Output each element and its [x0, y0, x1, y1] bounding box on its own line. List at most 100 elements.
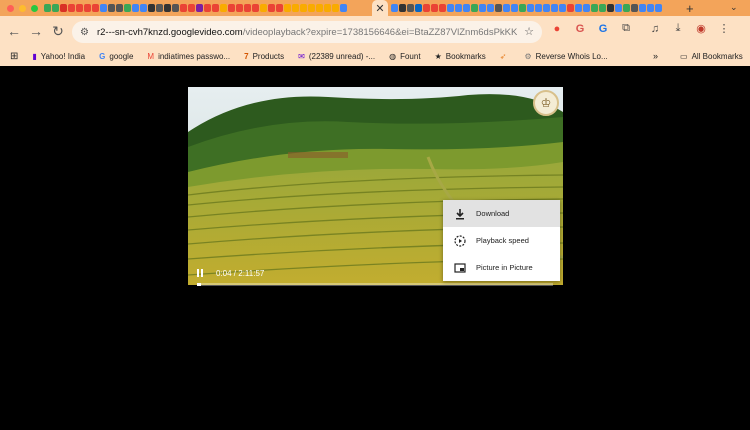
- bookmark-indiatimes[interactable]: Mindiatimes passwo...: [147, 52, 230, 61]
- tab[interactable]: [439, 4, 446, 12]
- tab[interactable]: [535, 4, 542, 12]
- tab[interactable]: [244, 4, 251, 12]
- tab[interactable]: [551, 4, 558, 12]
- tab[interactable]: [148, 4, 155, 12]
- menu-item-download[interactable]: Download: [443, 200, 560, 227]
- tab[interactable]: [639, 4, 646, 12]
- tab[interactable]: [260, 4, 267, 12]
- close-tab-icon[interactable]: ✕: [375, 2, 384, 15]
- tab[interactable]: [108, 4, 115, 12]
- reload-button[interactable]: ↻: [47, 23, 69, 40]
- tab-search-chevron-icon[interactable]: ⌄: [730, 2, 738, 13]
- tab[interactable]: [84, 4, 91, 12]
- url-text[interactable]: r2---sn-cvh7knzd.googlevideo.com/videopl…: [97, 27, 517, 38]
- tab[interactable]: [431, 4, 438, 12]
- close-window-button[interactable]: [7, 4, 14, 12]
- tab[interactable]: [172, 4, 179, 12]
- tab[interactable]: [316, 4, 323, 12]
- tab[interactable]: [116, 4, 123, 12]
- tab[interactable]: [447, 4, 454, 12]
- tab[interactable]: [471, 4, 478, 12]
- tab[interactable]: [76, 4, 83, 12]
- tab[interactable]: [647, 4, 654, 12]
- bookmark-yahoo[interactable]: ▮ Yahoo! India: [32, 52, 85, 61]
- grammarly-extension-icon[interactable]: G: [573, 23, 587, 35]
- tab[interactable]: [212, 4, 219, 12]
- bookmark-unread[interactable]: ✉ (22389 unread) -...: [298, 52, 375, 61]
- bookmark-rocket[interactable]: ➶: [500, 52, 511, 61]
- tab[interactable]: [308, 4, 315, 12]
- tab[interactable]: [268, 4, 275, 12]
- profile-avatar-icon[interactable]: ◉: [694, 22, 708, 35]
- tab[interactable]: [276, 4, 283, 12]
- tab[interactable]: [455, 4, 462, 12]
- google-extension-icon[interactable]: G: [596, 23, 610, 35]
- bookmark-star-icon[interactable]: ☆: [524, 25, 534, 38]
- tab[interactable]: [68, 4, 75, 12]
- bookmark-reverse-whois[interactable]: ⚙ Reverse Whois Lo...: [524, 52, 607, 61]
- tab[interactable]: [623, 4, 630, 12]
- tab[interactable]: [92, 4, 99, 12]
- tab[interactable]: [196, 4, 203, 12]
- bookmark-bookmarks[interactable]: ★ Bookmarks: [435, 52, 486, 61]
- forward-button[interactable]: →: [25, 23, 47, 39]
- tab[interactable]: [228, 4, 235, 12]
- tab[interactable]: [655, 4, 662, 12]
- tab[interactable]: [140, 4, 147, 12]
- tab[interactable]: [607, 4, 614, 12]
- minimize-window-button[interactable]: [19, 4, 26, 12]
- all-bookmarks-button[interactable]: ▭ All Bookmarks: [680, 52, 743, 61]
- tab[interactable]: [220, 4, 227, 12]
- bookmark-google[interactable]: Ggoogle: [99, 52, 133, 61]
- tab[interactable]: [252, 4, 259, 12]
- tab[interactable]: [463, 4, 470, 12]
- tab[interactable]: [583, 4, 590, 12]
- tab[interactable]: [575, 4, 582, 12]
- address-bar[interactable]: ⚙ r2---sn-cvh7knzd.googlevideo.com/video…: [72, 21, 542, 43]
- tab[interactable]: [567, 4, 574, 12]
- new-tab-button[interactable]: +: [686, 1, 694, 16]
- tab[interactable]: [124, 4, 131, 12]
- tab[interactable]: [543, 4, 550, 12]
- tab[interactable]: [487, 4, 494, 12]
- tab[interactable]: [599, 4, 606, 12]
- tab[interactable]: [407, 4, 414, 12]
- tab[interactable]: [300, 4, 307, 12]
- tab[interactable]: [100, 4, 107, 12]
- tab[interactable]: [559, 4, 566, 12]
- tab[interactable]: [324, 4, 331, 12]
- more-menu-icon[interactable]: ⋮: [717, 22, 731, 35]
- tab[interactable]: [415, 4, 422, 12]
- bookmarks-overflow-button[interactable]: »: [653, 51, 658, 61]
- tab[interactable]: [423, 4, 430, 12]
- apps-grid-icon[interactable]: ⊞: [10, 51, 18, 62]
- tab[interactable]: [284, 4, 291, 12]
- extensions-puzzle-icon[interactable]: ⧉: [619, 22, 633, 35]
- pause-button[interactable]: [197, 269, 207, 277]
- download-icon[interactable]: ⤓: [671, 22, 685, 35]
- menu-item-picture-in-picture[interactable]: Picture in Picture: [443, 254, 560, 281]
- tab[interactable]: [591, 4, 598, 12]
- site-info-icon[interactable]: ⚙: [80, 27, 89, 38]
- tab[interactable]: [511, 4, 518, 12]
- tab[interactable]: [399, 4, 406, 12]
- tab[interactable]: [236, 4, 243, 12]
- tab[interactable]: [292, 4, 299, 12]
- tab[interactable]: [60, 4, 67, 12]
- maps-extension-icon[interactable]: ●: [550, 23, 564, 35]
- tab[interactable]: [479, 4, 486, 12]
- menu-item-playback-speed[interactable]: Playback speed: [443, 227, 560, 254]
- tab[interactable]: [204, 4, 211, 12]
- media-controls-icon[interactable]: ♫: [648, 23, 662, 35]
- back-button[interactable]: ←: [3, 23, 25, 39]
- tab[interactable]: [188, 4, 195, 12]
- tab[interactable]: [180, 4, 187, 12]
- tab[interactable]: [156, 4, 163, 12]
- tab[interactable]: [631, 4, 638, 12]
- tab[interactable]: [495, 4, 502, 12]
- tab[interactable]: [519, 4, 526, 12]
- bookmark-products[interactable]: 7 Products: [244, 52, 284, 61]
- tab[interactable]: [615, 4, 622, 12]
- bookmark-fount[interactable]: ◍ Fount: [389, 52, 420, 61]
- progress-bar[interactable]: [197, 283, 553, 286]
